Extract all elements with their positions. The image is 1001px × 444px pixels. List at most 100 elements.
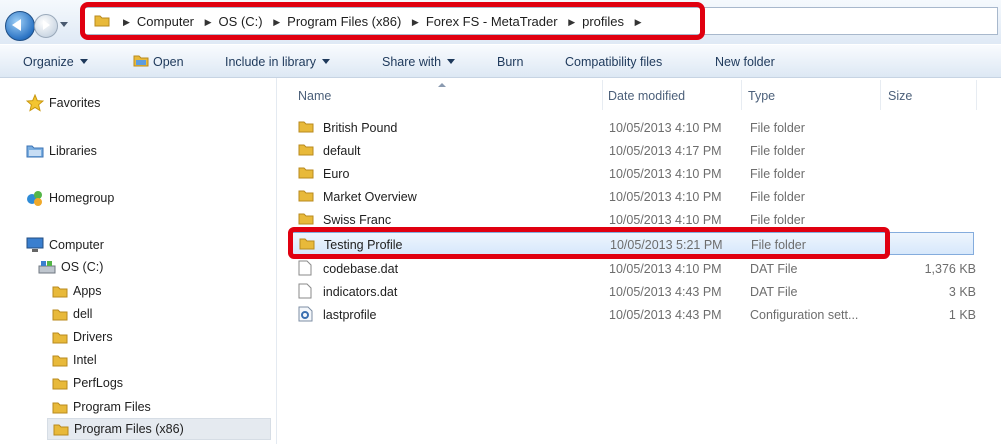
folder-icon	[298, 144, 314, 156]
row-highlight-box	[288, 227, 890, 259]
file-row[interactable]: British Pound 10/05/2013 4:10 PM File fo…	[290, 116, 976, 139]
compatibility-files-button[interactable]: Compatibility files	[565, 55, 662, 69]
nav-folder-label: PerfLogs	[73, 376, 124, 390]
folder-icon	[298, 167, 314, 179]
nav-folder-program-files-x86[interactable]: Program Files (x86)	[47, 418, 271, 440]
open-folder-icon	[133, 55, 149, 67]
folder-icon	[52, 332, 68, 344]
column-divider[interactable]	[976, 80, 977, 110]
file-date: 10/05/2013 4:17 PM	[609, 144, 722, 158]
nav-homegroup[interactable]: Homegroup	[26, 187, 114, 209]
file-type: DAT File	[750, 262, 798, 276]
nav-favorites-label: Favorites	[49, 96, 101, 110]
file-icon	[298, 283, 312, 299]
compatibility-files-label: Compatibility files	[565, 55, 663, 69]
column-header-type[interactable]: Type	[748, 89, 775, 103]
nav-folder-dell[interactable]: dell	[52, 303, 92, 325]
column-divider[interactable]	[602, 80, 603, 110]
file-row[interactable]: Market Overview 10/05/2013 4:10 PM File …	[290, 185, 976, 208]
column-header-size[interactable]: Size	[888, 89, 912, 103]
file-name: lastprofile	[323, 308, 377, 322]
include-in-library-button[interactable]: Include in library	[225, 55, 331, 69]
file-size: 1,376 KB	[924, 262, 976, 276]
file-date: 10/05/2013 4:43 PM	[609, 308, 722, 322]
column-header-name[interactable]: Name	[298, 89, 331, 103]
library-icon	[26, 145, 44, 158]
file-date: 10/05/2013 4:10 PM	[609, 190, 722, 204]
file-name: Market Overview	[323, 190, 417, 204]
file-name: default	[323, 144, 361, 158]
file-type: File folder	[750, 121, 805, 135]
nav-folder-intel[interactable]: Intel	[52, 349, 97, 371]
file-name: codebase.dat	[323, 262, 399, 276]
nav-computer[interactable]: Computer	[26, 234, 104, 256]
organize-button[interactable]: Organize	[23, 55, 88, 69]
file-type: File folder	[750, 144, 805, 158]
recent-pages-dropdown[interactable]	[60, 22, 68, 27]
folder-icon	[52, 355, 68, 367]
file-date: 10/05/2013 4:10 PM	[609, 121, 722, 135]
command-toolbar: Organize Open Include in library Share w…	[0, 45, 1001, 78]
file-date: 10/05/2013 4:10 PM	[609, 167, 722, 181]
nav-favorites[interactable]: Favorites	[26, 92, 100, 114]
folder-icon	[52, 286, 68, 298]
nav-libraries[interactable]: Libraries	[26, 140, 97, 162]
share-with-button[interactable]: Share with	[382, 55, 456, 69]
new-folder-button[interactable]: New folder	[715, 55, 775, 69]
file-type: File folder	[750, 213, 805, 227]
file-icon	[298, 260, 312, 276]
nav-folder-perflogs[interactable]: PerfLogs	[52, 372, 123, 394]
address-highlight-box	[80, 2, 705, 40]
file-row[interactable]: indicators.dat 10/05/2013 4:43 PM DAT Fi…	[290, 280, 976, 303]
nav-folder-label: Apps	[73, 284, 102, 298]
forward-arrow-icon	[43, 20, 50, 30]
nav-folder-apps[interactable]: Apps	[52, 280, 102, 302]
chevron-down-icon	[79, 59, 88, 64]
column-header-date[interactable]: Date modified	[608, 89, 685, 103]
file-name: Swiss Franc	[323, 213, 392, 227]
column-divider[interactable]	[741, 80, 742, 110]
drive-icon	[38, 261, 56, 274]
share-with-label: Share with	[382, 55, 442, 69]
include-in-library-label: Include in library	[225, 55, 317, 69]
open-label: Open	[153, 55, 184, 69]
burn-label: Burn	[497, 55, 524, 69]
file-size: 1 KB	[948, 308, 976, 322]
organize-label: Organize	[23, 55, 74, 69]
back-arrow-icon	[12, 19, 21, 31]
nav-folder-label: Program Files	[73, 400, 151, 414]
column-headers: Name Date modified Type Size	[278, 80, 1001, 110]
burn-button[interactable]: Burn	[497, 55, 523, 69]
nav-folder-label: Intel	[73, 353, 97, 367]
file-name: Euro	[323, 167, 350, 181]
folder-icon	[52, 378, 68, 390]
star-icon	[26, 94, 44, 112]
nav-folder-drivers[interactable]: Drivers	[52, 326, 113, 348]
computer-icon	[26, 237, 44, 252]
file-type: Configuration sett...	[750, 308, 859, 322]
file-type: File folder	[750, 167, 805, 181]
file-type: File folder	[750, 190, 805, 204]
folder-icon	[298, 213, 314, 225]
nav-folder-label: Drivers	[73, 330, 113, 344]
file-row[interactable]: default 10/05/2013 4:17 PM File folder	[290, 139, 976, 162]
file-row[interactable]: codebase.dat 10/05/2013 4:10 PM DAT File…	[290, 257, 976, 280]
nav-drive-c[interactable]: OS (C:)	[38, 256, 103, 278]
folder-icon	[298, 121, 314, 133]
open-button[interactable]: Open	[153, 55, 184, 69]
file-date: 10/05/2013 4:43 PM	[609, 285, 722, 299]
folder-icon	[53, 424, 69, 436]
file-row[interactable]: Euro 10/05/2013 4:10 PM File folder	[290, 162, 976, 185]
nav-folder-label: Program Files (x86)	[74, 422, 184, 436]
nav-folder-program-files[interactable]: Program Files	[52, 396, 151, 418]
file-row[interactable]: lastprofile 10/05/2013 4:43 PM Configura…	[290, 303, 976, 326]
navigation-pane: Favorites Libraries Homegroup Computer O…	[0, 78, 275, 444]
address-bar-area: ▶ Computer ▶ OS (C:) ▶ Program Files (x86) …	[0, 0, 1001, 44]
sort-ascending-icon	[438, 83, 446, 87]
pane-splitter[interactable]	[276, 78, 277, 444]
column-divider[interactable]	[880, 80, 881, 110]
new-folder-label: New folder	[715, 55, 775, 69]
file-type: DAT File	[750, 285, 798, 299]
nav-drive-label: OS (C:)	[61, 260, 104, 274]
file-name: British Pound	[323, 121, 398, 135]
